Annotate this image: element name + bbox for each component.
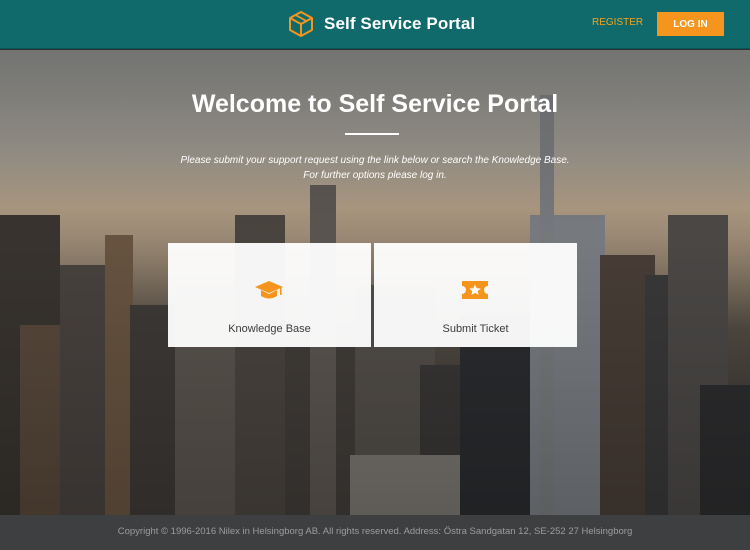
knowledge-base-label: Knowledge Base — [228, 323, 311, 335]
login-button[interactable]: LOG IN — [657, 12, 724, 36]
ticket-star-icon — [462, 281, 488, 299]
cube-logo-icon — [289, 11, 313, 37]
graduation-cap-icon — [255, 281, 283, 299]
subtitle-line-1: Please submit your support request using… — [180, 155, 570, 166]
submit-ticket-card[interactable]: Submit Ticket — [374, 243, 577, 347]
hero-subtitle: Please submit your support request using… — [0, 153, 750, 183]
register-link[interactable]: REGISTER — [592, 17, 643, 28]
brand[interactable]: Self Service Portal — [288, 9, 475, 39]
knowledge-base-card[interactable]: Knowledge Base — [168, 243, 371, 347]
top-navbar: Self Service Portal REGISTER LOG IN — [0, 0, 750, 49]
title-divider — [345, 133, 399, 135]
footer: Copyright © 1996-2016 Nilex in Helsingbo… — [0, 515, 750, 550]
subtitle-line-2: For further options please log in. — [303, 170, 447, 181]
brand-name: Self Service Portal — [324, 14, 476, 33]
submit-ticket-label: Submit Ticket — [442, 323, 509, 335]
hero-section: Welcome to Self Service Portal Please su… — [0, 50, 750, 515]
page-title: Welcome to Self Service Portal — [191, 90, 559, 118]
footer-copyright: Copyright © 1996-2016 Nilex in Helsingbo… — [117, 526, 633, 537]
